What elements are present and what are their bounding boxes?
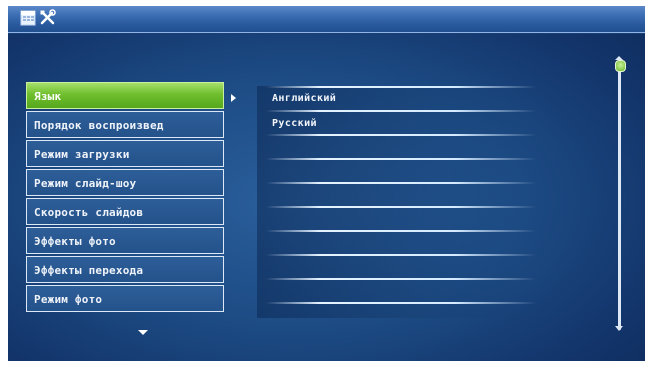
menu-scroll-down-icon[interactable] [138, 330, 148, 335]
tools-icon[interactable] [39, 9, 56, 30]
option-russian[interactable]: Русский [272, 118, 532, 134]
scrollbar-track[interactable] [618, 66, 621, 330]
calendar-icon[interactable] [20, 9, 36, 30]
option-divider [266, 110, 536, 112]
option-divider [266, 254, 536, 256]
option-divider [266, 182, 536, 184]
menu-item-language[interactable]: Язык [26, 82, 224, 109]
option-divider [266, 230, 536, 232]
option-divider [266, 86, 536, 88]
menu-item-boot-mode[interactable]: Режим загрузки [26, 140, 224, 167]
option-divider [266, 134, 536, 136]
title-bar [8, 6, 645, 33]
option-divider [266, 206, 536, 208]
menu-item-playback-order[interactable]: Порядок воспроизвед [26, 111, 224, 138]
option-divider [266, 278, 536, 280]
menu-item-photo-mode[interactable]: Режим фото [26, 285, 224, 312]
option-english[interactable]: Английский [272, 93, 532, 109]
scroll-down-icon[interactable] [615, 326, 623, 331]
settings-menu: Язык Порядок воспроизвед Режим загрузки … [26, 82, 224, 314]
option-divider [266, 302, 536, 304]
menu-item-slide-speed[interactable]: Скорость слайдов [26, 198, 224, 225]
settings-screen: Язык Порядок воспроизвед Режим загрузки … [8, 6, 645, 361]
menu-item-slideshow-mode[interactable]: Режим слайд-шоу [26, 169, 224, 196]
option-divider [266, 158, 536, 160]
menu-item-photo-effects[interactable]: Эффекты фото [26, 227, 224, 254]
selection-arrow-icon [231, 94, 236, 102]
menu-item-transition-effects[interactable]: Эффекты перехода [26, 256, 224, 283]
scrollbar-thumb[interactable] [615, 60, 626, 72]
